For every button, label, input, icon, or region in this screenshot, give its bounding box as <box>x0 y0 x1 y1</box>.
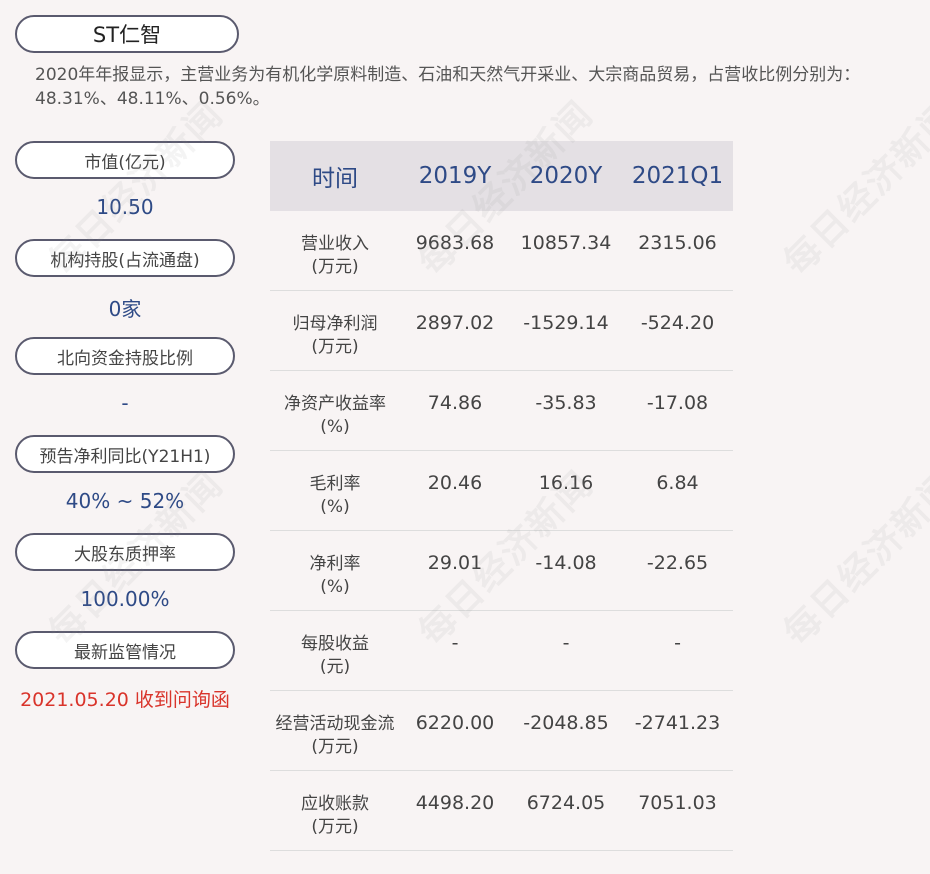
row-label: 净资产收益率 (%) <box>284 394 386 437</box>
table-cell: 74.86 <box>427 392 483 414</box>
table-row: 经营活动现金流 (万元) 6220.00 -2048.85 -2741.23 <box>270 691 733 771</box>
metric-value-regulatory: 2021.05.20 收到问询函 <box>20 689 230 711</box>
table-cell: -1529.14 <box>523 312 609 334</box>
metric-value-profit-forecast: 40% ~ 52% <box>65 489 185 513</box>
table-row: 归母净利润 (万元) 2897.02 -1529.14 -524.20 <box>270 291 733 371</box>
table-cell: -524.20 <box>640 312 715 334</box>
table-cell: 10857.34 <box>520 232 612 254</box>
table-cell: 20.46 <box>427 472 483 494</box>
table-row: 营业收入 (万元) 9683.68 10857.34 2315.06 <box>270 211 733 291</box>
page-title: ST仁智 <box>15 15 239 53</box>
watermark: 每日经济新闻 <box>776 463 930 654</box>
table-header: 时间 2019Y 2020Y 2021Q1 <box>270 141 733 211</box>
table-cell: 2315.06 <box>638 232 717 254</box>
row-label: 营业收入 (万元) <box>301 234 369 277</box>
metric-label-pledge-ratio: 大股东质押率 <box>15 533 235 571</box>
table-cell: -35.83 <box>535 392 597 414</box>
table-cell: 6724.05 <box>526 792 606 814</box>
row-label: 每股收益 (元) <box>301 634 369 677</box>
row-label: 经营活动现金流 (万元) <box>275 714 395 757</box>
metric-label-profit-forecast: 预告净利同比(Y21H1) <box>15 435 235 473</box>
table-cell: -2741.23 <box>634 712 721 734</box>
financial-table: 时间 2019Y 2020Y 2021Q1 营业收入 (万元) 9683.68 … <box>270 141 733 851</box>
row-label: 净利率 (%) <box>309 554 361 597</box>
table-cell: -14.08 <box>535 552 597 574</box>
table-row: 每股收益 (元) - - - <box>270 611 733 691</box>
metric-label-market-cap: 市值(亿元) <box>15 141 235 179</box>
header-2020y: 2020Y <box>529 163 603 189</box>
table-cell: 9683.68 <box>415 232 495 254</box>
table-cell: - <box>562 632 570 654</box>
metric-label-institutional-holdings: 机构持股(占流通盘) <box>15 239 235 277</box>
table-cell: - <box>451 632 459 654</box>
table-cell: 2897.02 <box>415 312 495 334</box>
table-row: 应收账款 (万元) 4498.20 6724.05 7051.03 <box>270 771 733 851</box>
header-2021q1: 2021Q1 <box>631 163 724 189</box>
table-row: 净资产收益率 (%) 74.86 -35.83 -17.08 <box>270 371 733 451</box>
watermark: 每日经济新闻 <box>776 93 930 284</box>
metric-value-pledge-ratio: 100.00% <box>80 587 170 611</box>
header-time: 时间 <box>312 166 358 192</box>
header-2019y: 2019Y <box>418 163 492 189</box>
metric-label-regulatory: 最新监管情况 <box>15 631 235 669</box>
metric-value-institutional-holdings: 0家 <box>108 297 142 321</box>
row-label: 毛利率 (%) <box>309 474 361 517</box>
table-cell: 16.16 <box>538 472 594 494</box>
table-cell: 4498.20 <box>415 792 495 814</box>
row-label: 归母净利润 (万元) <box>292 314 378 357</box>
table-cell: 29.01 <box>427 552 483 574</box>
table-cell: 7051.03 <box>638 792 717 814</box>
table-row: 毛利率 (%) 20.46 16.16 6.84 <box>270 451 733 531</box>
table-cell: -2048.85 <box>523 712 609 734</box>
table-row: 净利率 (%) 29.01 -14.08 -22.65 <box>270 531 733 611</box>
row-label: 应收账款 (万元) <box>301 794 369 837</box>
metric-value-northbound-ratio: - <box>121 391 129 415</box>
page-title-text: ST仁智 <box>92 23 162 47</box>
business-summary: 2020年年报显示，主营业务为有机化学原料制造、石油和天然气开采业、大宗商品贸易… <box>35 65 861 109</box>
table-cell: - <box>674 632 681 654</box>
table-cell: 6220.00 <box>415 712 495 734</box>
table-cell: -22.65 <box>646 552 709 574</box>
table-cell: -17.08 <box>646 392 709 414</box>
metric-value-market-cap: 10.50 <box>96 195 154 219</box>
table-cell: 6.84 <box>656 472 699 494</box>
metric-label-northbound-ratio: 北向资金持股比例 <box>15 337 235 375</box>
